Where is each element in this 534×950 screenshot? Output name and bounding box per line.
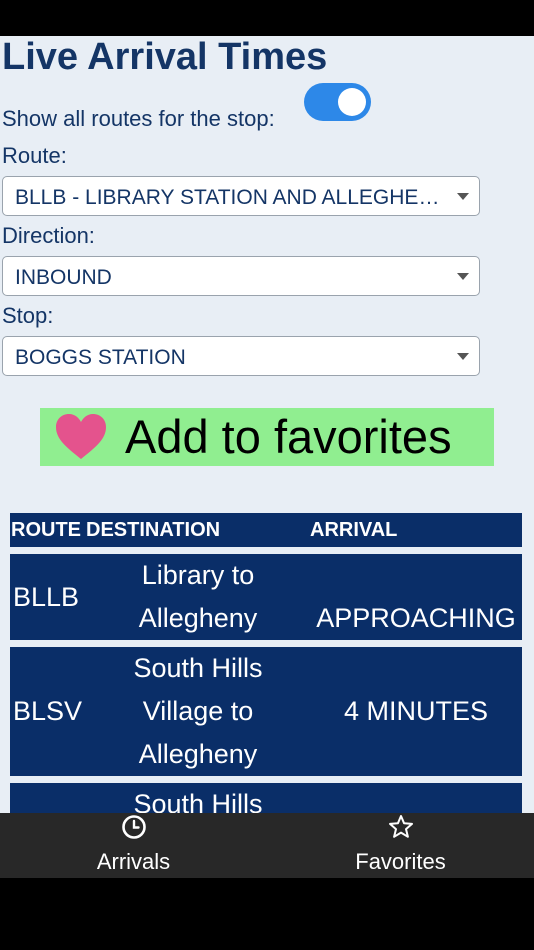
route-cell: BLLB [13,581,80,612]
header-route: ROUTE [11,519,81,541]
system-bottom-bar [0,878,534,950]
destination-cell: Library to Allegheny [110,554,286,640]
bottom-nav: Arrivals Favorites [0,813,534,878]
table-body: BLLB Library to Allegheny APPROACHING BLSV So… [10,554,522,813]
nav-arrivals-label: Arrivals [96,849,171,874]
stop-label: Stop: [2,303,54,328]
main-content: Live Arrival Times Show all routes for t… [0,36,534,813]
nav-arrivals[interactable]: Arrivals [0,813,267,878]
route-cell: BLSV [13,696,83,726]
header-arrival: ARRIVAL [310,519,398,541]
dropdown-arrow-icon [457,273,469,280]
table-row: South Hills [10,783,522,813]
heart-icon [56,414,106,459]
clock-icon [121,815,146,839]
destination-cell: South Hills [110,783,286,813]
route-label: Route: [2,143,67,168]
destination-line: Allegheny [138,739,258,769]
destination-line: South Hills [133,789,263,813]
direction-select-value: INBOUND [15,266,112,289]
table-header: ROUTE DESTINATION ARRIVAL [10,513,522,547]
destination-line: Village to [142,696,254,726]
header-destination: DESTINATION [86,519,221,541]
star-icon [388,815,413,838]
arrival-cell: 4 MINUTES [343,696,489,726]
destination-line: Allegheny [138,603,258,633]
nav-favorites-label: Favorites [355,849,446,874]
nav-favorites[interactable]: Favorites [267,813,534,878]
toggle-knob [338,88,366,116]
arrivals-table: ROUTE DESTINATION ARRIVAL BLLB Library to… [10,513,522,813]
show-all-label: Show all routes for the stop: [2,106,275,131]
destination-line: Library to [141,560,255,590]
status-bar [0,0,534,36]
route-select[interactable]: BLLB - LIBRARY STATION AND ALLEGHENY [2,176,480,216]
table-row: BLSV South Hills Village to Allegheny 4 MINU… [10,647,522,776]
add-to-favorites-label: Add to favorites [125,410,452,463]
add-to-favorites-button[interactable]: Add to favorites [40,408,494,466]
table-row: BLLB Library to Allegheny APPROACHING [10,554,522,640]
direction-label: Direction: [2,223,95,248]
destination-line: South Hills [133,653,263,683]
stop-select-value: BOGGS STATION [15,346,186,369]
route-select-value: BLLB - LIBRARY STATION AND ALLEGHENY [15,186,445,209]
dropdown-arrow-icon [457,353,469,360]
arrival-cell: APPROACHING [316,603,516,633]
page-title: Live Arrival Times [2,36,328,78]
dropdown-arrow-icon [457,193,469,200]
destination-cell: South Hills Village to Allegheny [110,647,286,776]
stop-select[interactable]: BOGGS STATION [2,336,480,376]
direction-select[interactable]: INBOUND [2,256,480,296]
show-all-toggle[interactable] [304,83,371,121]
